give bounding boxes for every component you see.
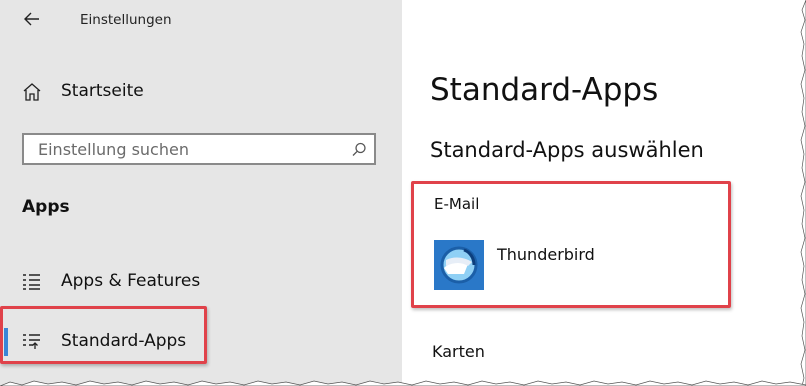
window-title: Einstellungen xyxy=(80,12,172,28)
home-icon[interactable] xyxy=(22,82,42,102)
section-title: Apps xyxy=(22,197,70,217)
search-input[interactable] xyxy=(38,140,338,159)
highlight-box-email xyxy=(411,181,731,308)
torn-edge-bottom xyxy=(0,380,806,386)
home-link[interactable]: Startseite xyxy=(61,81,144,101)
sidebar-item-apps-features[interactable]: Apps & Features xyxy=(0,262,402,302)
list-icon xyxy=(22,273,42,291)
page-title: Standard-Apps xyxy=(430,72,659,108)
search-icon[interactable] xyxy=(350,141,368,159)
category-maps-label: Karten xyxy=(432,342,485,361)
torn-edge-right xyxy=(800,0,806,386)
search-box[interactable] xyxy=(22,133,376,165)
page-subtitle: Standard-Apps auswählen xyxy=(430,138,704,162)
sidebar-item-label: Apps & Features xyxy=(61,271,201,291)
highlight-box-standard-apps xyxy=(0,306,207,364)
back-arrow-icon[interactable] xyxy=(22,9,42,29)
